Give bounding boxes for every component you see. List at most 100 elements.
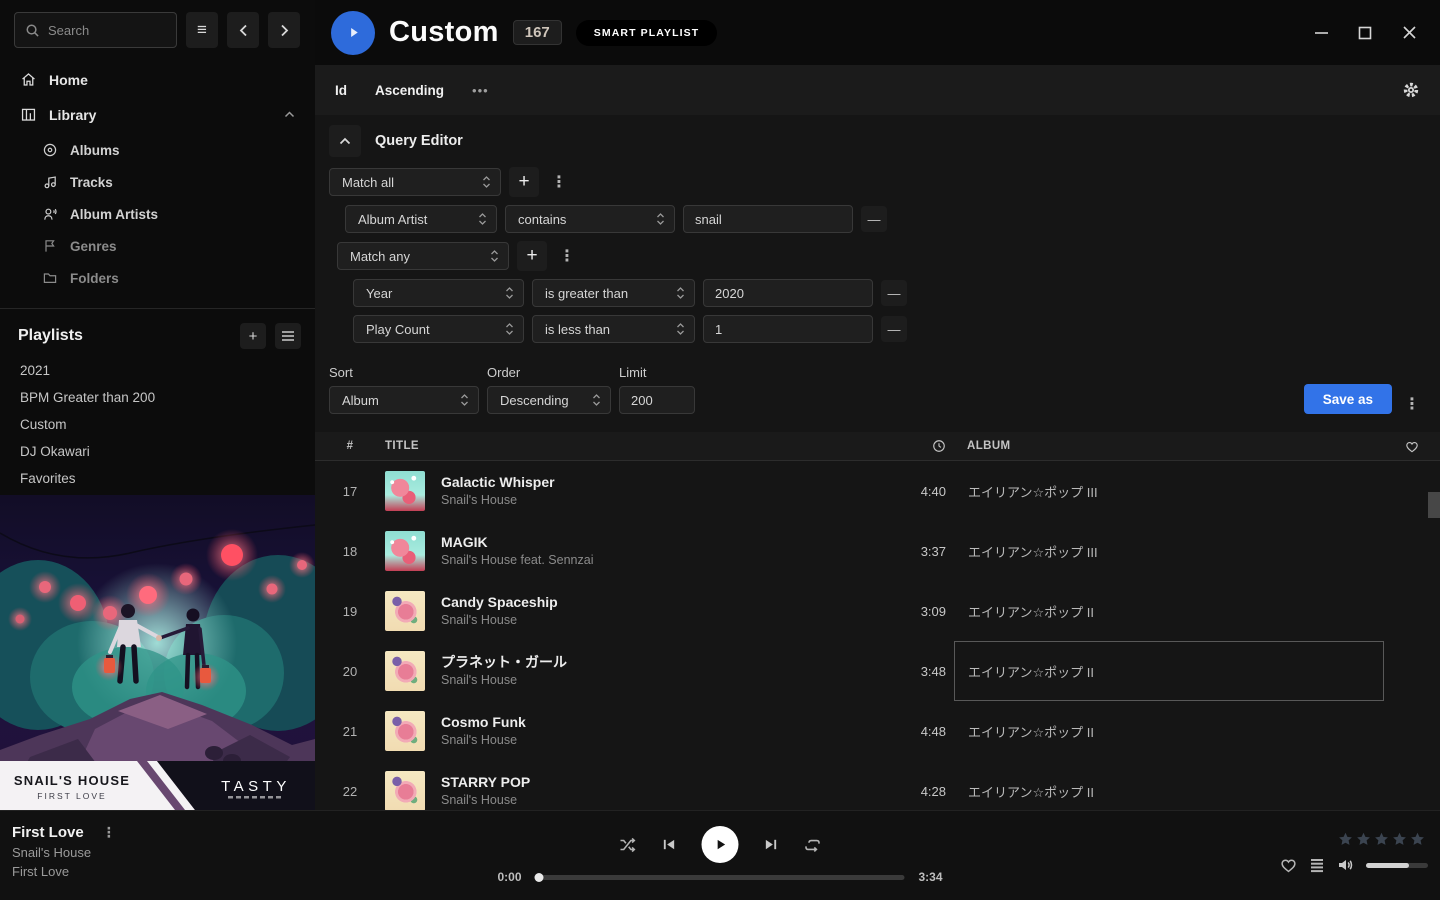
rule-value-input[interactable] — [683, 205, 853, 233]
now-playing-album-art[interactable]: SNAIL'S HOUSE FIRST LOVE TASTY — [0, 495, 315, 810]
match-type-select[interactable]: Match all — [329, 168, 501, 196]
track-row[interactable]: 17 Galactic WhisperSnail's House 4:40 エイ… — [315, 461, 1440, 521]
now-playing-options-button[interactable]: ⋮ — [98, 824, 120, 841]
playlist-item[interactable]: BPM Greater than 200 — [0, 384, 315, 411]
now-playing-artist[interactable]: Snail's House — [12, 845, 120, 860]
maximize-button[interactable] — [1356, 24, 1374, 42]
star-icon[interactable] — [1410, 832, 1425, 846]
remove-rule-button[interactable]: — — [881, 316, 907, 342]
track-row[interactable]: 20 プラネット・ガールSnail's House 3:48 エイリアン☆ポップ… — [315, 641, 1440, 701]
rule-field-select[interactable]: Album Artist — [345, 205, 497, 233]
track-album[interactable]: エイリアン☆ポップ II — [954, 701, 1384, 761]
rule-value-input[interactable] — [703, 279, 873, 307]
group-options-button[interactable]: ⋮ — [555, 246, 579, 266]
now-playing-title[interactable]: First Love — [12, 824, 84, 841]
column-duration[interactable] — [874, 439, 954, 453]
sort-select[interactable]: Album — [329, 386, 479, 414]
queue-button[interactable] — [1309, 858, 1325, 873]
sidebar-item-folders[interactable]: Folders — [0, 262, 315, 294]
repeat-button[interactable] — [804, 836, 822, 854]
sidebar-item-library[interactable]: Library — [0, 97, 315, 132]
remove-rule-button[interactable]: — — [881, 280, 907, 306]
favorite-button[interactable] — [1280, 857, 1297, 873]
play-playlist-button[interactable] — [331, 11, 375, 55]
playlist-item[interactable]: DJ Okawari — [0, 438, 315, 465]
star-icon[interactable] — [1392, 832, 1407, 846]
group-match-type-select[interactable]: Match any — [337, 242, 509, 270]
track-artist[interactable]: Snail's House feat. Sennzai — [441, 552, 874, 570]
collapse-query-editor-button[interactable] — [329, 125, 361, 157]
track-album[interactable]: エイリアン☆ポップ II — [954, 761, 1384, 810]
limit-input[interactable] — [619, 386, 695, 414]
track-artist[interactable]: Snail's House — [441, 732, 874, 750]
chevron-up-icon[interactable] — [284, 111, 295, 118]
close-button[interactable] — [1400, 24, 1418, 42]
remove-rule-button[interactable]: — — [861, 206, 887, 232]
sidebar-item-album-artists[interactable]: Album Artists — [0, 198, 315, 230]
previous-button[interactable] — [662, 837, 677, 852]
playlist-item[interactable]: Favorites — [0, 465, 315, 492]
back-button[interactable] — [227, 12, 259, 48]
search-box[interactable] — [14, 12, 177, 48]
seek-slider[interactable] — [536, 875, 905, 880]
save-options-button[interactable]: ⋮ — [1400, 394, 1424, 414]
play-pause-button[interactable] — [702, 826, 739, 863]
track-artist[interactable]: Snail's House — [441, 672, 874, 690]
menu-button[interactable]: ≡ — [186, 12, 218, 48]
track-title[interactable]: Candy Spaceship — [441, 592, 874, 612]
rule-operator-select[interactable]: is greater than — [532, 279, 695, 307]
column-favorite[interactable] — [1384, 440, 1440, 453]
forward-button[interactable] — [268, 12, 300, 48]
seek-knob[interactable] — [535, 873, 544, 882]
column-title[interactable]: TITLE — [385, 440, 874, 452]
track-artist[interactable]: Snail's House — [441, 792, 874, 810]
rule-value-input[interactable] — [703, 315, 873, 343]
sidebar-item-genres[interactable]: Genres — [0, 230, 315, 262]
add-rule-button[interactable]: + — [509, 167, 539, 197]
rule-field-select[interactable]: Year — [353, 279, 524, 307]
track-title[interactable]: プラネット・ガール — [441, 652, 874, 672]
sidebar-item-home[interactable]: Home — [0, 62, 315, 97]
more-options-button[interactable]: ••• — [472, 83, 489, 98]
track-row[interactable]: 21 Cosmo FunkSnail's House 4:48 エイリアン☆ポッ… — [315, 701, 1440, 761]
sort-order-button[interactable]: Ascending — [375, 83, 444, 98]
playlist-list-view-button[interactable] — [275, 323, 301, 349]
add-rule-button[interactable]: + — [517, 241, 547, 271]
track-title[interactable]: Galactic Whisper — [441, 472, 874, 492]
search-input[interactable] — [48, 23, 158, 38]
playlist-item[interactable]: Custom — [0, 411, 315, 438]
track-album-focused-cell[interactable]: エイリアン☆ポップ II — [954, 641, 1384, 701]
track-title[interactable]: STARRY POP — [441, 772, 874, 792]
order-select[interactable]: Descending — [487, 386, 611, 414]
column-album[interactable]: ALBUM — [954, 440, 1384, 452]
shuffle-button[interactable] — [619, 836, 637, 854]
now-playing-album[interactable]: First Love — [12, 864, 120, 879]
track-album[interactable]: エイリアン☆ポップ III — [954, 521, 1384, 581]
track-album[interactable]: エイリアン☆ポップ II — [954, 581, 1384, 641]
minimize-button[interactable] — [1312, 24, 1330, 42]
track-artist[interactable]: Snail's House — [441, 492, 874, 510]
settings-button[interactable] — [1402, 81, 1420, 99]
star-icon[interactable] — [1374, 832, 1389, 846]
volume-slider[interactable] — [1366, 863, 1428, 868]
rule-field-select[interactable]: Play Count — [353, 315, 524, 343]
column-index[interactable]: # — [315, 440, 385, 452]
next-button[interactable] — [764, 837, 779, 852]
rule-operator-select[interactable]: is less than — [532, 315, 695, 343]
add-playlist-button[interactable]: + — [240, 323, 266, 349]
sidebar-item-albums[interactable]: Albums — [0, 134, 315, 166]
track-title[interactable]: MAGIK — [441, 532, 874, 552]
scrollbar-thumb[interactable] — [1428, 492, 1440, 518]
track-row[interactable]: 18 MAGIKSnail's House feat. Sennzai 3:37… — [315, 521, 1440, 581]
track-row[interactable]: 19 Candy SpaceshipSnail's House 3:09 エイリ… — [315, 581, 1440, 641]
star-icon[interactable] — [1356, 832, 1371, 846]
group-options-button[interactable]: ⋮ — [547, 172, 571, 192]
track-artist[interactable]: Snail's House — [441, 612, 874, 630]
sort-field-button[interactable]: Id — [335, 83, 347, 98]
track-row[interactable]: 22 STARRY POPSnail's House 4:28 エイリアン☆ポッ… — [315, 761, 1440, 810]
rule-operator-select[interactable]: contains — [505, 205, 675, 233]
playlist-item[interactable]: 2021 — [0, 357, 315, 384]
track-album[interactable]: エイリアン☆ポップ III — [954, 461, 1384, 521]
track-title[interactable]: Cosmo Funk — [441, 712, 874, 732]
star-icon[interactable] — [1338, 832, 1353, 846]
